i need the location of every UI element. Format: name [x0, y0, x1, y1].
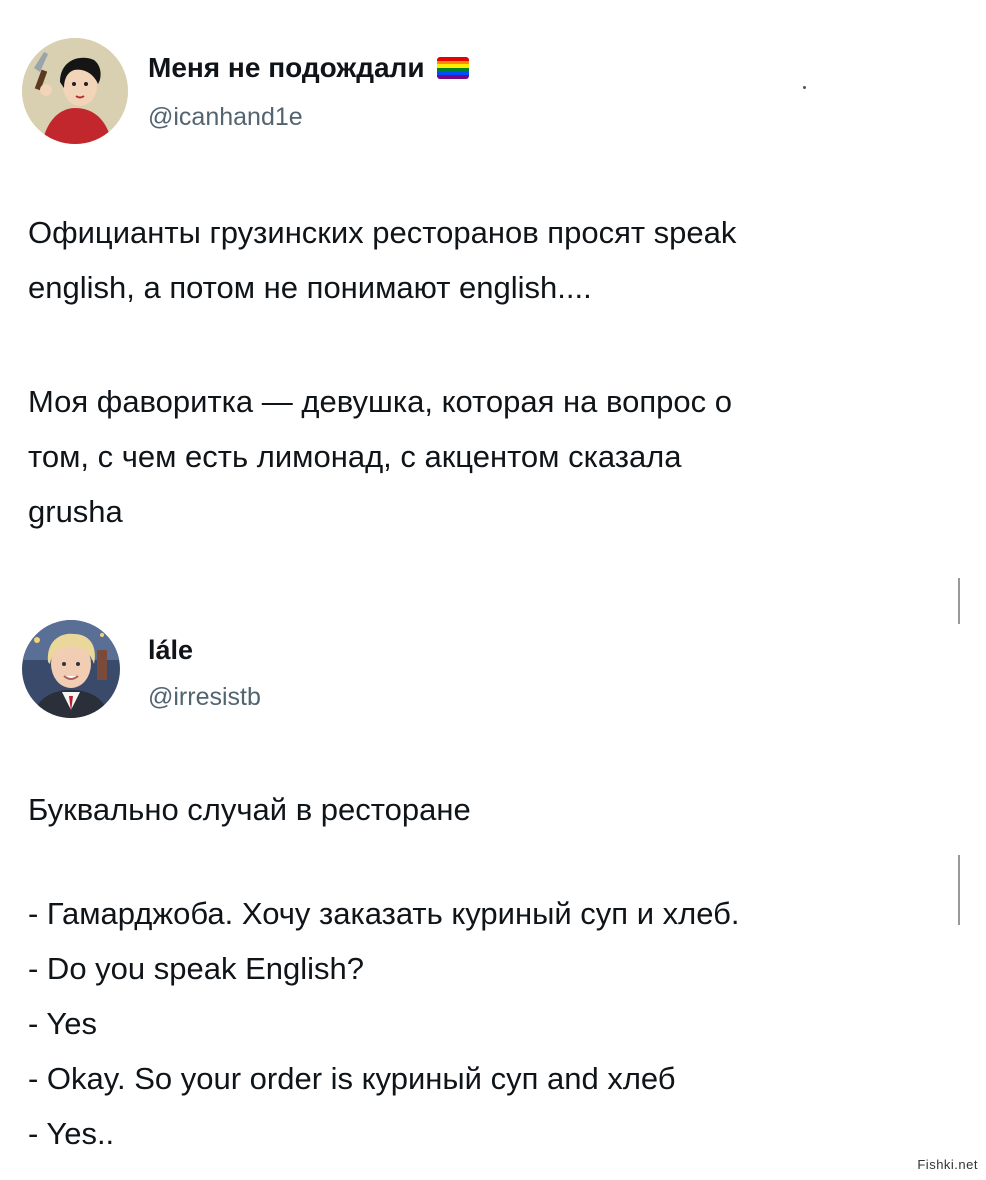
display-name-text[interactable]: Меня не подождали [148, 52, 425, 83]
dialogue-line: - Okay. So your order is куриный суп and… [28, 1061, 676, 1096]
user-handle[interactable]: @icanhand1e [148, 103, 303, 132]
rainbow-flag-icon [436, 57, 469, 79]
tweet-paragraph-2: Моя фаворитка — девушка, которая на вопр… [28, 374, 732, 539]
avatar-photo-icon [22, 620, 120, 718]
tweet-line: Официанты грузинских ресторанов просят s… [28, 215, 737, 250]
dialogue-line: - Do you speak English? [28, 951, 365, 986]
tweet-line: english, а потом не понимают english.... [28, 270, 592, 305]
dialogue-line: - Гамарджоба. Хочу заказать куриный суп … [28, 896, 740, 931]
scroll-artifact [958, 578, 960, 624]
avatar-illustration-icon [22, 38, 128, 144]
display-name[interactable]: lále [148, 635, 193, 666]
scroll-artifact [958, 855, 960, 925]
tweet-paragraph-1: Официанты грузинских ресторанов просят s… [28, 205, 736, 315]
dialogue-line: - Yes [28, 1006, 97, 1041]
tweet-intro: Буквально случай в ресторане [28, 792, 471, 827]
tweet-dialogue: - Гамарджоба. Хочу заказать куриный суп … [28, 886, 740, 1161]
speck [803, 86, 806, 89]
tweet-line: том, с чем есть лимонад, с акцентом сказ… [28, 439, 682, 474]
display-name[interactable]: Меня не подождали [148, 52, 469, 84]
user-avatar[interactable] [22, 620, 120, 718]
user-avatar[interactable] [22, 38, 128, 144]
user-handle[interactable]: @irresistb [148, 683, 261, 712]
tweet-line: grusha [28, 494, 123, 529]
watermark: Fishki.net [917, 1157, 978, 1172]
tweet-line: Моя фаворитка — девушка, которая на вопр… [28, 384, 732, 419]
dialogue-line: - Yes.. [28, 1116, 115, 1151]
